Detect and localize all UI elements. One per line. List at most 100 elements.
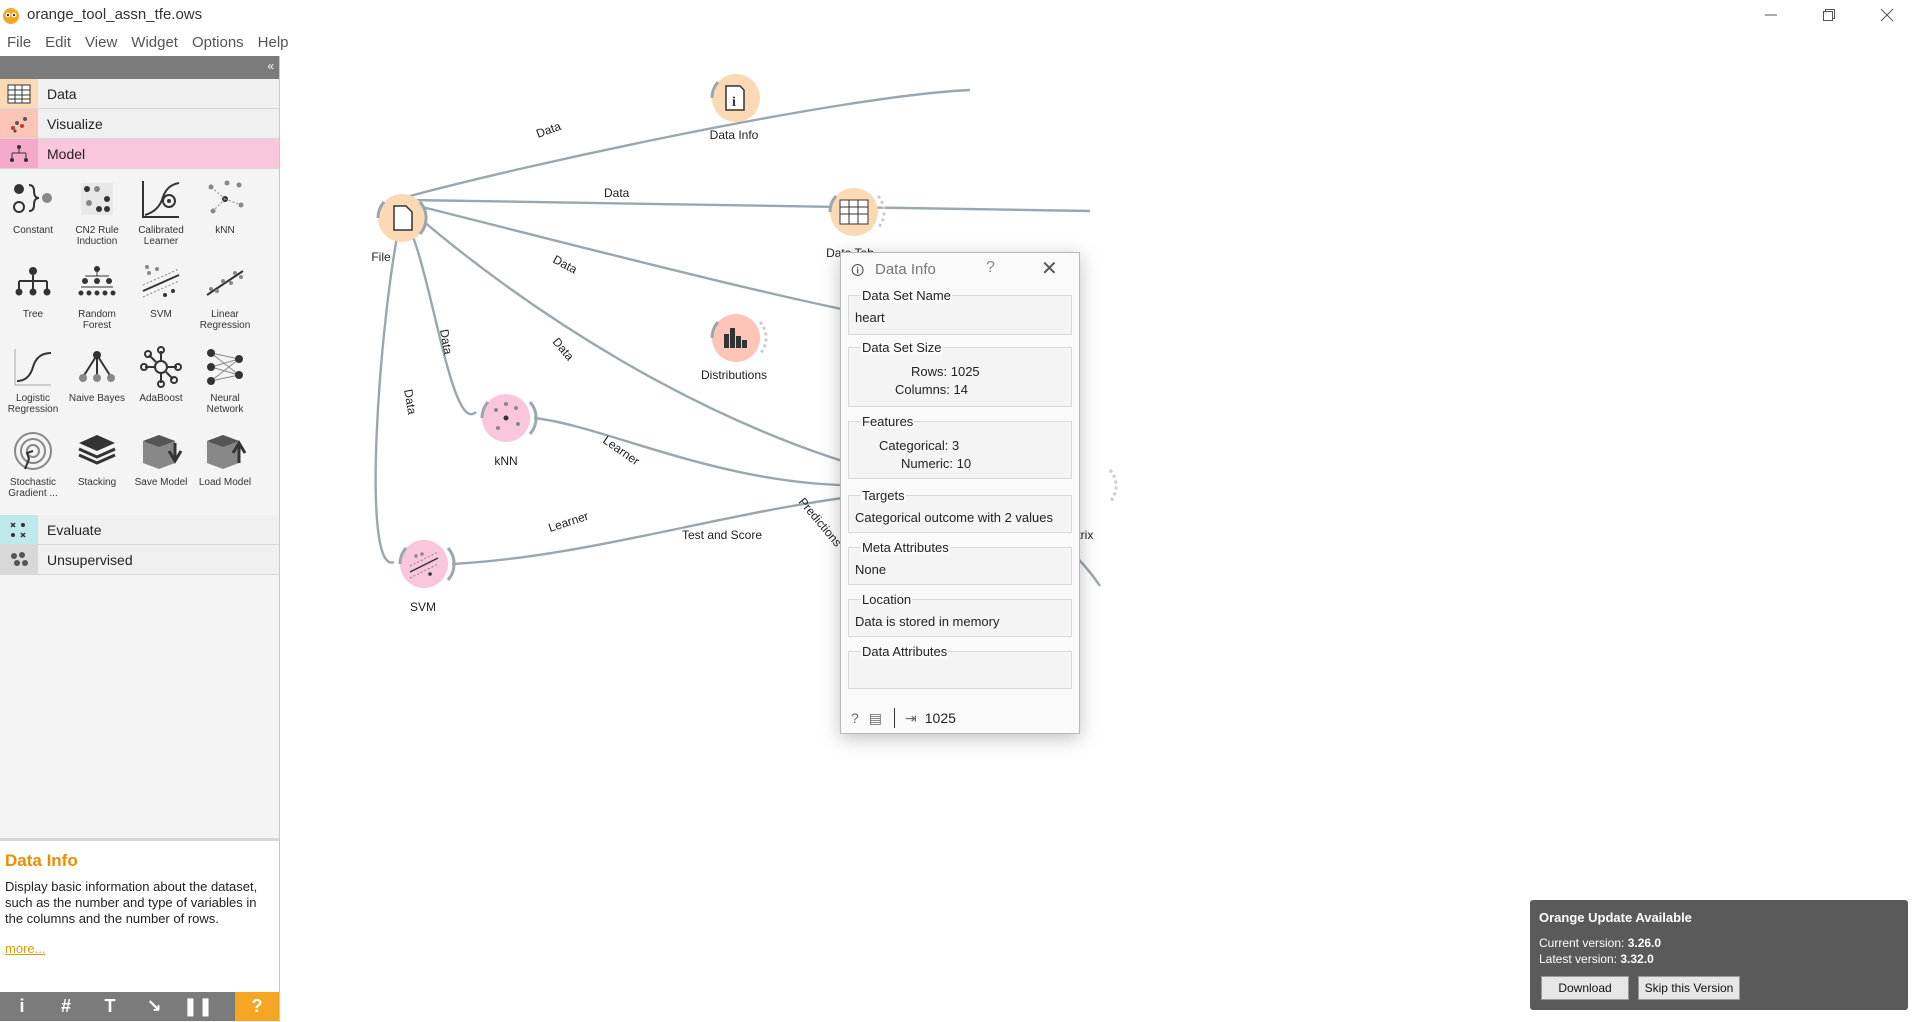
widget-svm[interactable]: SVM [129,259,193,343]
info-icon[interactable]: i [0,992,44,1021]
widget-stochastic-gradient-label: Stochastic Gradient ... [8,477,58,499]
widget-knn[interactable]: kNN [193,175,257,259]
calibrated-learner-icon [142,181,180,218]
dialog-help-button[interactable]: ? [986,259,995,277]
collapse-toolbox-icon[interactable]: « [267,59,274,73]
menu-help[interactable]: Help [251,34,296,51]
help-icon[interactable]: ? [235,992,279,1021]
link-label-data-5: Data [437,328,455,356]
report-icon[interactable]: ▤ [869,710,882,727]
help-more-link[interactable]: more... [5,941,279,956]
group-title: Meta Attributes [861,540,950,555]
arrow-annotation-icon[interactable]: ↘ [132,992,176,1021]
widget-constant[interactable]: Constant [1,175,65,259]
input-arrow-icon: ⇥ [905,709,917,726]
link-label-learner-2: Learner [547,509,591,535]
widget-svm-label: SVM [150,309,172,320]
menu-widget[interactable]: Widget [124,34,185,51]
group-targets: Targets Categorical outcome with 2 value… [848,488,1072,533]
node-distributions[interactable] [702,306,782,376]
widget-adaboost-label: AdaBoost [139,393,183,404]
status-separator [894,708,896,728]
logistic-regression-icon [14,349,52,386]
link-label-data-2: Data [604,186,630,200]
current-version-value: 3.26.0 [1627,936,1662,950]
file-icon [393,205,413,231]
widget-calibrated-learner[interactable]: Calibrated Learner [129,175,193,259]
widget-cn2-label: CN2 Rule Induction [75,225,119,247]
widget-stochastic-gradient[interactable]: Stochastic Gradient ... [1,427,65,511]
category-model[interactable]: Model [0,139,279,169]
adaboost-icon [140,346,182,388]
widget-logistic-regression[interactable]: Logistic Regression [1,343,65,427]
svg-text:i: i [732,95,736,110]
minimize-icon [1765,14,1777,16]
node-knn[interactable] [472,386,542,456]
category-evaluate[interactable]: Evaluate [0,515,279,545]
dialog-close-icon[interactable]: ✕ [1041,256,1058,281]
restore-button[interactable] [1800,0,1858,30]
widget-neural-network[interactable]: Neural Network [193,343,257,427]
random-forest-icon [78,266,116,296]
group-data-set-name: Data Set Name heart [848,288,1072,335]
group-title: Targets [861,488,906,503]
evaluate-icon [0,515,38,544]
pause-icon[interactable]: ❚❚ [176,992,220,1021]
menu-options[interactable]: Options [185,34,251,51]
node-svm[interactable] [390,532,460,602]
widget-naive-bayes[interactable]: Naive Bayes [65,343,129,427]
text-annotation-icon[interactable]: T [88,992,132,1021]
group-title: Features [861,414,915,429]
widget-cn2-rule-induction[interactable]: CN2 Rule Induction [65,175,129,259]
update-title: Orange Update Available [1539,910,1692,925]
node-data-table[interactable] [820,180,900,250]
link-label-data-4: Data [550,335,577,364]
widget-knn-label: kNN [215,225,235,236]
data-set-name-value: heart [855,310,885,325]
workflow-canvas[interactable]: Data Data Data Data Data Data Learner Le… [280,56,1920,1022]
widget-random-forest[interactable]: Random Forest [65,259,129,343]
widget-naive-bayes-label: Naive Bayes [68,393,126,404]
skip-version-button[interactable]: Skip this Version [1638,976,1740,1000]
category-data[interactable]: Data [0,79,279,109]
model-tree-icon [0,139,38,168]
widget-linear-regression[interactable]: Linear Regression [193,259,257,343]
help-circle-icon[interactable]: ? [851,710,859,726]
category-visualize[interactable]: Visualize [0,109,279,139]
widget-save-model-label: Save Model [134,477,188,488]
widget-load-model-label: Load Model [198,477,252,488]
category-unsupervised[interactable]: Unsupervised [0,545,279,575]
menu-view[interactable]: View [78,34,124,51]
widget-load-model[interactable]: Load Model [193,427,257,511]
menu-file[interactable]: File [0,34,38,51]
widget-stacking[interactable]: Stacking [65,427,129,511]
toolbox-header: « [0,56,279,79]
node-test-and-score-label: Test and Score [681,528,763,542]
link-label-data-6: Data [401,388,419,416]
link-label-data-1: Data [534,119,563,141]
category-model-label: Model [47,145,86,162]
linear-regression-icon [206,270,244,296]
link-file-datatable [409,198,1091,213]
node-data-info[interactable]: i [702,66,772,136]
widget-save-model[interactable]: Save Model [129,427,193,511]
download-button[interactable]: Download [1541,976,1629,1000]
grid-icon[interactable]: # [44,992,88,1021]
widget-adaboost[interactable]: AdaBoost [129,343,193,427]
latest-version-value: 3.32.0 [1620,952,1654,966]
category-data-label: Data [47,85,77,102]
link-file-svm [374,221,402,564]
node-data-info-label: Data Info [709,128,759,142]
close-button[interactable] [1858,0,1916,30]
columns-value: Columns: 14 [895,382,968,397]
menu-bar: File Edit View Widget Options Help [0,30,1920,54]
node-file-label: File [371,250,391,264]
latest-version-line: Latest version: 3.32.0 [1539,952,1654,966]
category-unsupervised-label: Unsupervised [47,551,133,568]
widget-tree[interactable]: Tree [1,259,65,343]
widget-linear-regression-label: Linear Regression [199,309,251,331]
menu-edit[interactable]: Edit [38,34,78,51]
node-file[interactable] [370,186,440,256]
knn-icon [208,180,244,214]
minimize-button[interactable] [1742,0,1800,30]
